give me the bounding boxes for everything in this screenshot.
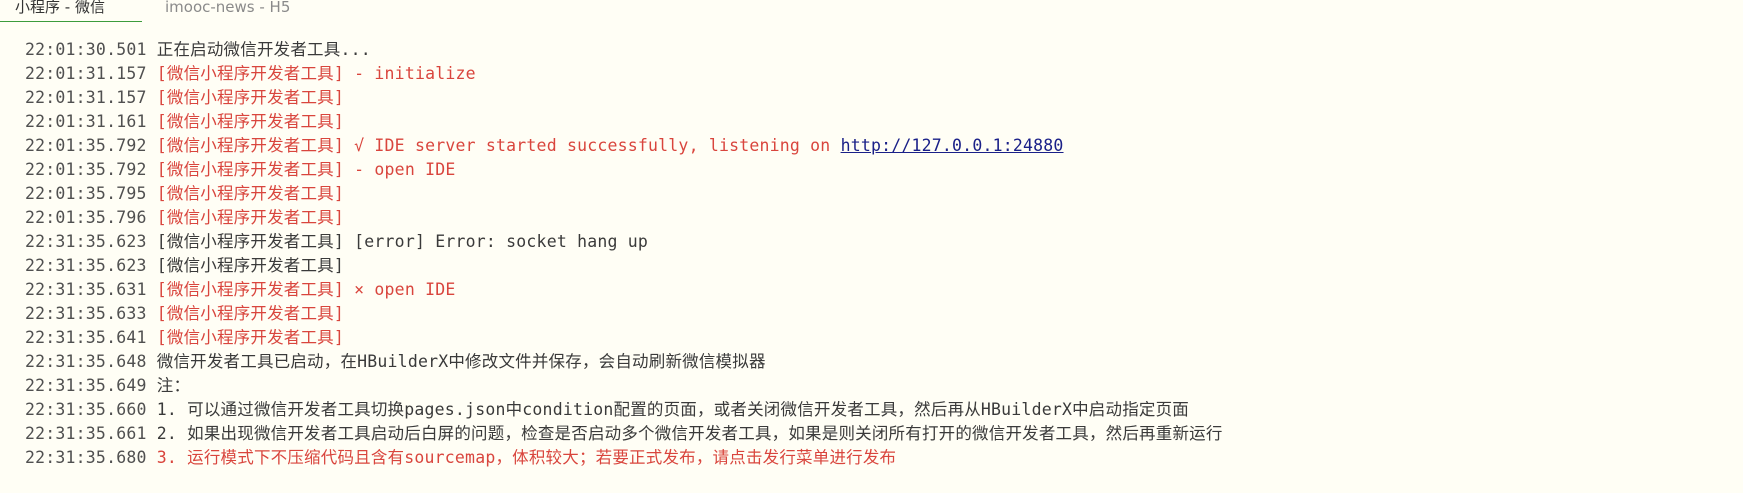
console-tab-bar: 小程序 - 微信 imooc-news - H5 [0,0,1743,22]
log-message: 2. 如果出现微信开发者工具启动后白屏的问题，检查是否启动多个微信开发者工具，如… [156,424,1223,443]
log-message: [微信小程序开发者工具] - initialize [156,64,476,83]
log-message: 3. 运行模式下不压缩代码且含有sourcemap，体积较大；若要正式发布，请点… [156,448,897,467]
console-line: 22:31:35.631 [微信小程序开发者工具] × open IDE [25,278,1725,302]
console-output: 22:01:30.501 正在启动微信开发者工具... 22:01:31.157 … [25,38,1725,470]
log-timestamp: 22:31:35.649 [25,376,147,395]
console-line: 22:01:35.795 [微信小程序开发者工具] [25,182,1725,206]
console-line: 22:31:35.660 1. 可以通过微信开发者工具切换pages.json中… [25,398,1725,422]
log-message: [微信小程序开发者工具] [156,256,345,275]
log-message: 微信开发者工具已启动，在HBuilderX中修改文件并保存，会自动刷新微信模拟器 [156,352,766,371]
log-message: [微信小程序开发者工具] [156,304,345,323]
console-line: 22:31:35.623 [微信小程序开发者工具] [error] Error:… [25,230,1725,254]
log-message: [微信小程序开发者工具] √ IDE server started succes… [156,136,841,155]
tab-imooc-news-h5[interactable]: imooc-news - H5 [165,0,325,22]
console-line: 22:01:31.157 [微信小程序开发者工具] [25,86,1725,110]
log-timestamp: 22:31:35.633 [25,304,147,323]
log-message: [微信小程序开发者工具] [error] Error: socket hang … [156,232,649,251]
log-message: [微信小程序开发者工具] [156,88,345,107]
console-line: 22:01:35.792 [微信小程序开发者工具] - open IDE [25,158,1725,182]
log-message: [微信小程序开发者工具] × open IDE [156,280,456,299]
log-link[interactable]: http://127.0.0.1:24880 [841,136,1064,155]
log-timestamp: 22:01:35.796 [25,208,147,227]
console-line: 22:31:35.623 [微信小程序开发者工具] [25,254,1725,278]
log-timestamp: 22:31:35.623 [25,232,147,251]
log-message: 1. 可以通过微信开发者工具切换pages.json中condition配置的页… [156,400,1189,419]
log-message: [微信小程序开发者工具] [156,184,345,203]
log-timestamp: 22:01:31.157 [25,88,147,107]
console-line: 22:01:35.796 [微信小程序开发者工具] [25,206,1725,230]
console-line: 22:31:35.648 微信开发者工具已启动，在HBuilderX中修改文件并… [25,350,1725,374]
log-timestamp: 22:01:31.161 [25,112,147,131]
log-message: 注： [156,376,191,395]
console-line: 22:01:31.157 [微信小程序开发者工具] - initialize [25,62,1725,86]
log-timestamp: 22:31:35.680 [25,448,147,467]
console-line: 22:01:35.792 [微信小程序开发者工具] √ IDE server s… [25,134,1725,158]
console-line: 22:31:35.661 2. 如果出现微信开发者工具启动后白屏的问题，检查是否… [25,422,1725,446]
log-timestamp: 22:31:35.648 [25,352,147,371]
log-timestamp: 22:31:35.660 [25,400,147,419]
console-line: 22:01:31.161 [微信小程序开发者工具] [25,110,1725,134]
log-message: [微信小程序开发者工具] [156,328,345,347]
log-timestamp: 22:31:35.623 [25,256,147,275]
log-timestamp: 22:31:35.641 [25,328,147,347]
log-message: [微信小程序开发者工具] [156,112,345,131]
console-line: 22:31:35.641 [微信小程序开发者工具] [25,326,1725,350]
log-timestamp: 22:01:30.501 [25,40,147,59]
console-line: 22:31:35.680 3. 运行模式下不压缩代码且含有sourcemap，体… [25,446,1725,470]
console-line: 22:31:35.633 [微信小程序开发者工具] [25,302,1725,326]
log-message: 正在启动微信开发者工具... [156,40,371,59]
log-timestamp: 22:31:35.631 [25,280,147,299]
log-timestamp: 22:01:35.792 [25,136,147,155]
log-timestamp: 22:01:31.157 [25,64,147,83]
log-message: [微信小程序开发者工具] - open IDE [156,160,456,179]
console-line: 22:01:30.501 正在启动微信开发者工具... [25,38,1725,62]
log-timestamp: 22:31:35.661 [25,424,147,443]
console-line: 22:31:35.649 注： [25,374,1725,398]
log-message: [微信小程序开发者工具] [156,208,345,227]
log-timestamp: 22:01:35.792 [25,160,147,179]
log-timestamp: 22:01:35.795 [25,184,147,203]
tab-mini-program-wechat[interactable]: 小程序 - 微信 [0,0,142,22]
